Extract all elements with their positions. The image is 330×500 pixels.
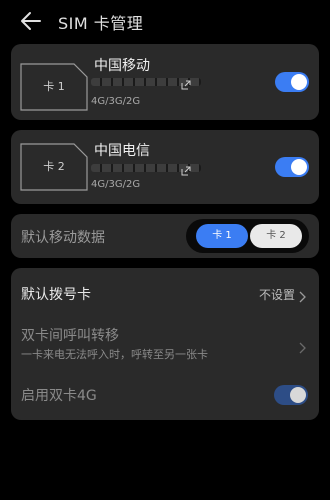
call-forward-title: 双卡间呼叫转移: [21, 328, 119, 344]
mobile-data-selector: 卡 1 卡 2: [186, 219, 309, 253]
call-forward-subtitle: 一卡来电无法呼入时，呼转至另一张卡: [21, 348, 208, 361]
dual-4g-label: 启用双卡4G: [21, 388, 97, 404]
mobile-data-sim-2-option[interactable]: 卡 2: [250, 224, 302, 248]
sim-slot-label: 卡 1: [43, 80, 65, 93]
toggle-knob: [291, 74, 307, 90]
sim-card-1: 卡 1 中国移动 4G/3G/2G: [11, 44, 319, 120]
sim-1-toggle[interactable]: [275, 72, 309, 92]
header-bar: SIM 卡管理: [0, 0, 330, 44]
arrow-left-icon[interactable]: [20, 11, 42, 31]
default-dial-label: 默认拨号卡: [21, 287, 91, 303]
mobile-data-label: 默认移动数据: [21, 230, 105, 246]
default-dial-value: 不设置: [258, 288, 295, 302]
dual-4g-row: 启用双卡4G: [11, 370, 319, 420]
sim-2-toggle[interactable]: [275, 157, 309, 177]
chevron-right-icon: [299, 339, 307, 354]
carrier-name: 中国电信: [94, 143, 150, 159]
mobile-data-row: 默认移动数据 卡 1 卡 2: [11, 214, 319, 258]
chevron-right-icon: [299, 288, 307, 303]
dual-4g-toggle[interactable]: [274, 385, 308, 405]
call-forward-row[interactable]: 双卡间呼叫转移 一卡来电无法呼入时，呼转至另一张卡: [11, 318, 319, 370]
network-type: 4G/3G/2G: [91, 96, 141, 107]
page-title: SIM 卡管理: [58, 14, 144, 33]
carrier-name: 中国移动: [94, 58, 150, 74]
mobile-data-sim-1-option[interactable]: 卡 1: [196, 224, 248, 248]
toggle-knob: [291, 159, 307, 175]
toggle-knob: [290, 387, 306, 403]
sim-slot-label: 卡 2: [43, 160, 65, 173]
sim-card-2: 卡 2 中国电信 4G/3G/2G: [11, 130, 319, 204]
sim-card-icon: 卡 2: [20, 143, 88, 191]
external-link-icon[interactable]: [181, 161, 191, 176]
sim-card-icon: 卡 1: [20, 63, 88, 111]
network-type: 4G/3G/2G: [91, 179, 141, 190]
call-settings-group: 默认拨号卡 不设置 双卡间呼叫转移 一卡来电无法呼入时，呼转至另一张卡 启用双卡…: [11, 268, 319, 420]
external-link-icon[interactable]: [181, 75, 191, 90]
default-dial-row[interactable]: 默认拨号卡 不设置: [11, 268, 319, 318]
